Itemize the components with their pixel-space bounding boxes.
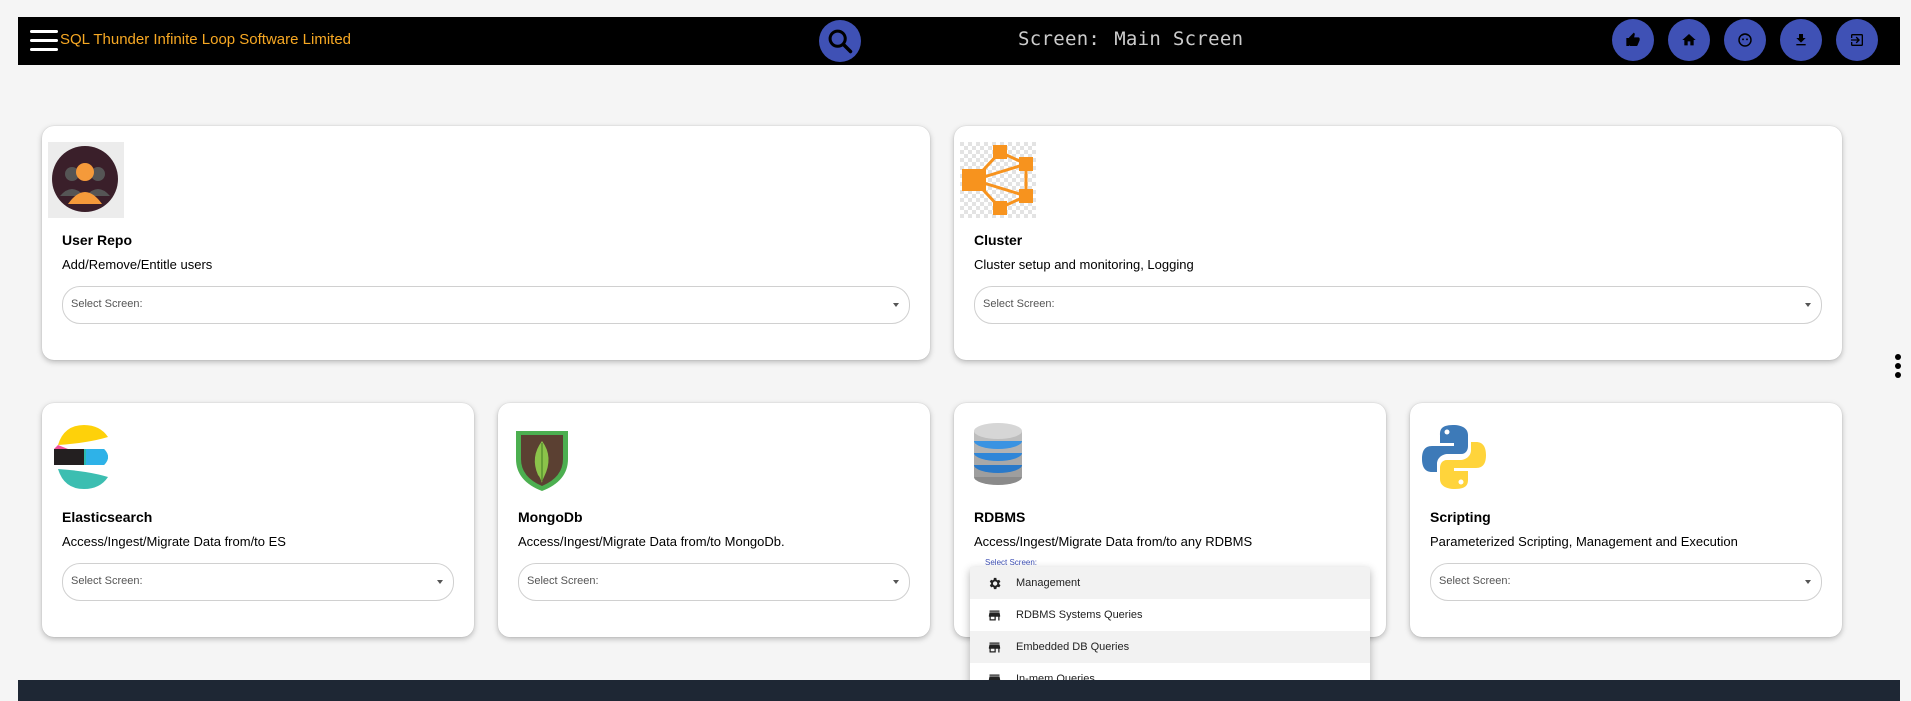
gear-icon [984, 576, 1004, 591]
logout-button[interactable] [1836, 19, 1878, 61]
search-icon [828, 29, 853, 54]
select-screen-dropdown[interactable]: Select Screen: [1430, 563, 1822, 601]
card-title: MongoDb [518, 509, 583, 525]
card-title: Scripting [1430, 509, 1491, 525]
cluster-icon [960, 142, 1036, 218]
card-description: Access/Ingest/Migrate Data from/to any R… [974, 534, 1253, 549]
screen-name: Main Screen [1114, 28, 1244, 50]
select-screen-dropdown[interactable]: Select Screen: [974, 286, 1822, 324]
store-icon [984, 640, 1004, 655]
like-button[interactable] [1612, 19, 1654, 61]
top-bar: SQL Thunder Infinite Loop Software Limit… [18, 17, 1900, 65]
chevron-down-icon [893, 303, 899, 307]
database-icon [960, 419, 1036, 495]
store-icon [984, 608, 1004, 623]
card-cluster: Cluster Cluster setup and monitoring, Lo… [954, 126, 1842, 360]
home-icon [1682, 34, 1696, 46]
card-description: Add/Remove/Entitle users [62, 257, 213, 272]
chevron-down-icon [437, 580, 443, 584]
brand-name: SQL Thunder Infinite Loop Software Limit… [60, 31, 352, 48]
menu-item-label: RDBMS Systems Queries [1016, 609, 1143, 621]
card-user-repo: User Repo Add/Remove/Entitle users Selec… [42, 126, 930, 360]
card-description: Cluster setup and monitoring, Logging [974, 257, 1194, 272]
mongodb-icon [504, 419, 580, 495]
card-description: Access/Ingest/Migrate Data from/to ES [62, 534, 286, 549]
screen-label: Screen: [1018, 28, 1101, 50]
logout-icon [1851, 34, 1863, 46]
menu-item-embedded-db-queries[interactable]: Embedded DB Queries [970, 631, 1370, 663]
select-screen-dropdown[interactable]: Select Screen: [62, 563, 454, 601]
menu-item-management[interactable]: Management [970, 567, 1370, 599]
card-title: Cluster [974, 232, 1023, 248]
chevron-down-icon [1805, 303, 1811, 307]
menu-item-label: Management [1016, 577, 1081, 589]
card-description: Access/Ingest/Migrate Data from/to Mongo… [518, 534, 785, 549]
elasticsearch-icon [48, 419, 124, 495]
select-screen-dropdown[interactable]: Select Screen: [62, 286, 910, 324]
select-placeholder: Select Screen: [983, 298, 1055, 310]
download-icon [1796, 34, 1806, 46]
card-title: User Repo [62, 232, 133, 248]
face-icon [1738, 33, 1752, 47]
card-elasticsearch: Elasticsearch Access/Ingest/Migrate Data… [42, 403, 474, 637]
rdbms-select-menu: Management RDBMS Systems Queries Embedde… [970, 567, 1370, 695]
download-button[interactable] [1780, 19, 1822, 61]
hamburger-menu-icon[interactable] [30, 30, 58, 52]
select-placeholder: Select Screen: [1439, 575, 1511, 587]
footer-bar [18, 680, 1900, 701]
user-repo-icon [48, 142, 124, 218]
chevron-down-icon [893, 580, 899, 584]
python-icon [1416, 419, 1492, 495]
profile-button[interactable] [1724, 19, 1766, 61]
select-screen-dropdown[interactable]: Select Screen: [518, 563, 910, 601]
menu-item-label: Embedded DB Queries [1016, 641, 1130, 653]
home-button[interactable] [1668, 19, 1710, 61]
select-floating-label: Select Screen: [983, 558, 1040, 567]
card-description: Parameterized Scripting, Management and … [1430, 534, 1738, 549]
select-placeholder: Select Screen: [71, 298, 143, 310]
card-title: Elasticsearch [62, 509, 153, 525]
card-title: RDBMS [974, 509, 1026, 525]
select-placeholder: Select Screen: [71, 575, 143, 587]
card-mongodb: MongoDb Access/Ingest/Migrate Data from/… [498, 403, 930, 637]
more-vert-icon[interactable] [1895, 354, 1901, 381]
menu-item-rdbms-systems-queries[interactable]: RDBMS Systems Queries [970, 599, 1370, 631]
thumbs-up-icon [1626, 32, 1640, 46]
screen-title: Screen: Main Screen [1018, 28, 1243, 50]
card-scripting: Scripting Parameterized Scripting, Manag… [1410, 403, 1842, 637]
search-button[interactable] [819, 20, 861, 62]
select-placeholder: Select Screen: [527, 575, 599, 587]
chevron-down-icon [1805, 580, 1811, 584]
